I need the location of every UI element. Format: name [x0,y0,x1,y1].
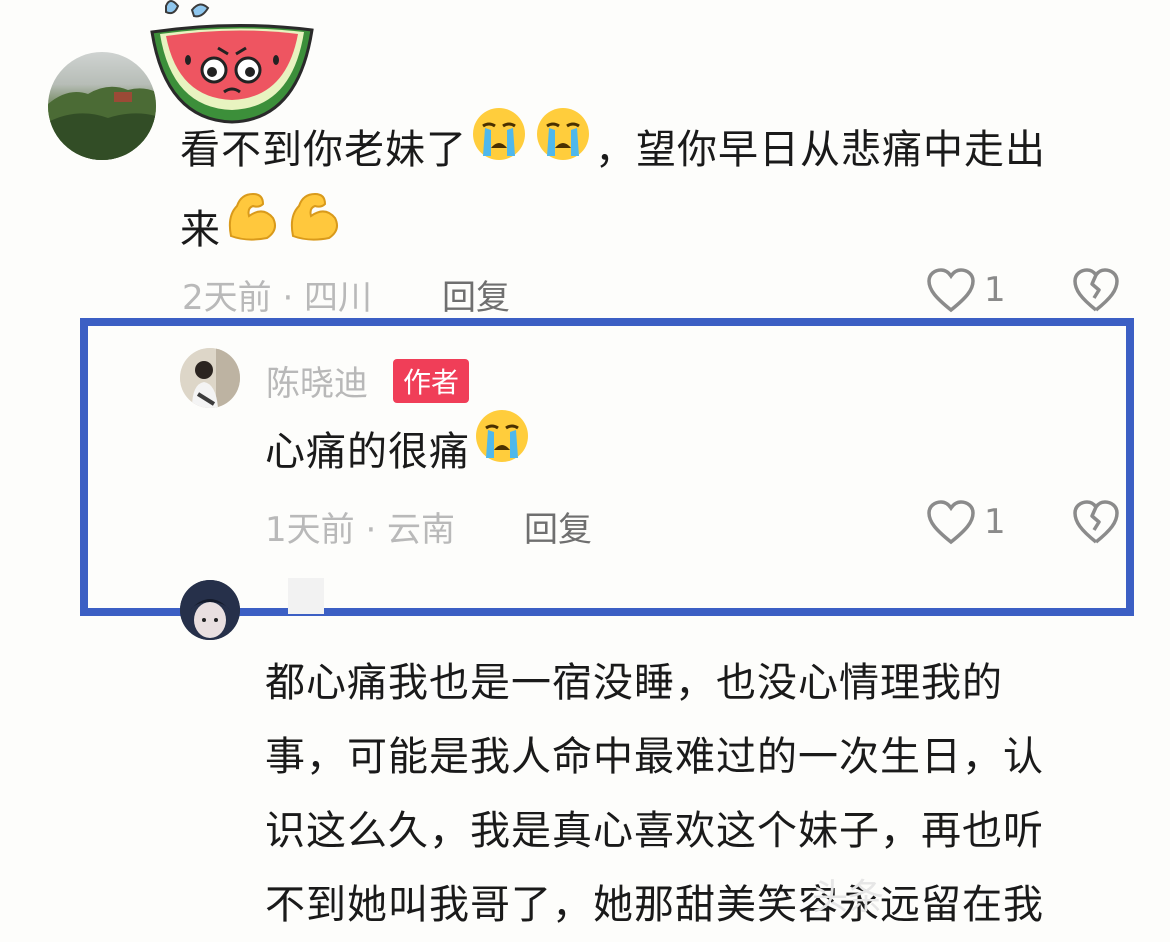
comment-2-text: 心痛的很痛 [265,410,965,494]
crying-face-emoji-icon [533,106,593,186]
crying-face-emoji-icon [472,408,532,488]
comment-3-username-placeholder [288,578,324,614]
comment-3-line-2: 事，可能是我人命中最难过的一次生日，认 [265,734,1044,780]
comment-3-line-3: 识这么久，我是真心喜欢这个妹子，再也听 [265,808,1044,854]
comment-1-text-part2: ，望你早日从悲痛中走出 [595,127,1046,173]
comment-1-reply-button[interactable]: 回复 [442,270,510,319]
flexed-biceps-emoji-icon [223,186,281,266]
comment-3-line-1: 都心痛我也是一宿没睡，也没心情理我的 [265,660,1003,706]
comment-1-text-part1: 看不到你老妹了 [180,127,467,173]
comment-3-line-4: 不到她叫我哥了，她那甜美笑容永远留在我 [265,882,1044,928]
comment-1-text: 看不到你老妹了 ，望你早日从悲痛中走出来 [180,108,1140,272]
comment-1-text-part3: 来 [180,207,221,253]
crying-face-emoji-icon [469,106,529,186]
avatar-commenter-1[interactable] [48,52,156,160]
comment-1-meta: 2天前 · 四川 [182,278,373,318]
author-username[interactable]: 陈晓迪 [266,356,368,405]
comment-2-dislike-button[interactable] [1072,500,1120,548]
comment-3-text: 都心痛我也是一宿没睡，也没心情理我的 事，可能是我人命中最难过的一次生日，认 识… [265,646,1145,942]
comment-1-like-count: 1 [984,270,1006,310]
comment-2-like-count: 1 [984,502,1006,542]
comment-2-reply-button[interactable]: 回复 [524,502,592,551]
heart-outline-icon [927,268,975,313]
avatar-commenter-3[interactable] [180,580,240,640]
comment-2-text-content: 心痛的很痛 [265,429,470,475]
comment-1-dislike-button[interactable] [1072,268,1120,316]
broken-heart-icon [1073,268,1119,312]
watermark: 头条 [812,877,885,918]
author-badge: 作者 [393,359,470,403]
broken-heart-icon [1073,500,1119,544]
comment-1-like-button[interactable]: 1 [926,268,1016,316]
heart-outline-icon [927,500,975,545]
comment-2-like-button[interactable]: 1 [926,500,1016,548]
comment-2-meta: 1天前 · 云南 [265,510,456,550]
flexed-biceps-emoji-icon [285,186,343,266]
watermelon-sticker-icon [148,0,318,128]
avatar-author[interactable] [180,348,240,408]
